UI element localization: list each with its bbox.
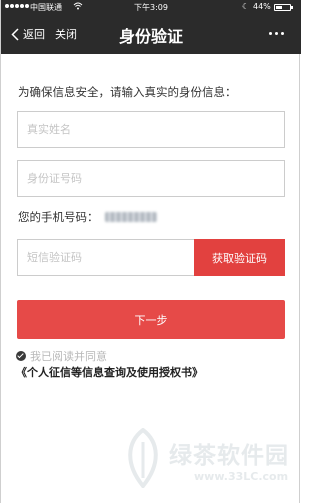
intro-text: 为确保信息安全，请输入真实的身份信息： — [18, 85, 237, 99]
next-step-button[interactable]: 下一步 — [17, 300, 285, 339]
agreement-checkbox[interactable] — [16, 351, 26, 361]
battery-icon — [274, 4, 293, 11]
more-options-icon[interactable] — [269, 32, 284, 35]
real-name-input[interactable] — [17, 111, 285, 148]
watermark-name: 绿茶软件园 — [169, 443, 289, 469]
watermark: 绿茶软件园 www.33LC.com — [121, 418, 297, 498]
battery-percent: 44% — [253, 2, 271, 11]
page-title: 身份验证 — [118, 27, 183, 46]
phone-number-row: 您的手机号码： — [18, 209, 157, 225]
agreement-prefix: 我已阅读并同意 — [30, 350, 107, 363]
get-code-button[interactable]: 获取验证码 — [194, 239, 285, 276]
nav-bar: 返回 关闭 身份验证 — [1, 14, 301, 54]
sms-code-input[interactable] — [17, 239, 194, 276]
id-number-input[interactable] — [17, 160, 285, 197]
authorization-agreement-link[interactable]: 《个人征信等信息查询及使用授权书》 — [16, 366, 203, 379]
phone-screen: 中国联通 下午3:09 ☾ 44% 返回 关闭 身份验证 为确保信息安全，请输入… — [0, 0, 301, 503]
leaf-logo-icon — [128, 428, 158, 488]
agreement-row: 我已阅读并同意《个人征信等信息查询及使用授权书》 — [16, 349, 290, 381]
moon-icon: ☾ — [242, 2, 250, 11]
phone-number-label: 您的手机号码： — [18, 210, 99, 224]
phone-number-masked — [104, 212, 157, 222]
watermark-url: www.33LC.com — [194, 470, 289, 483]
status-bar: 中国联通 下午3:09 ☾ 44% — [1, 0, 301, 14]
